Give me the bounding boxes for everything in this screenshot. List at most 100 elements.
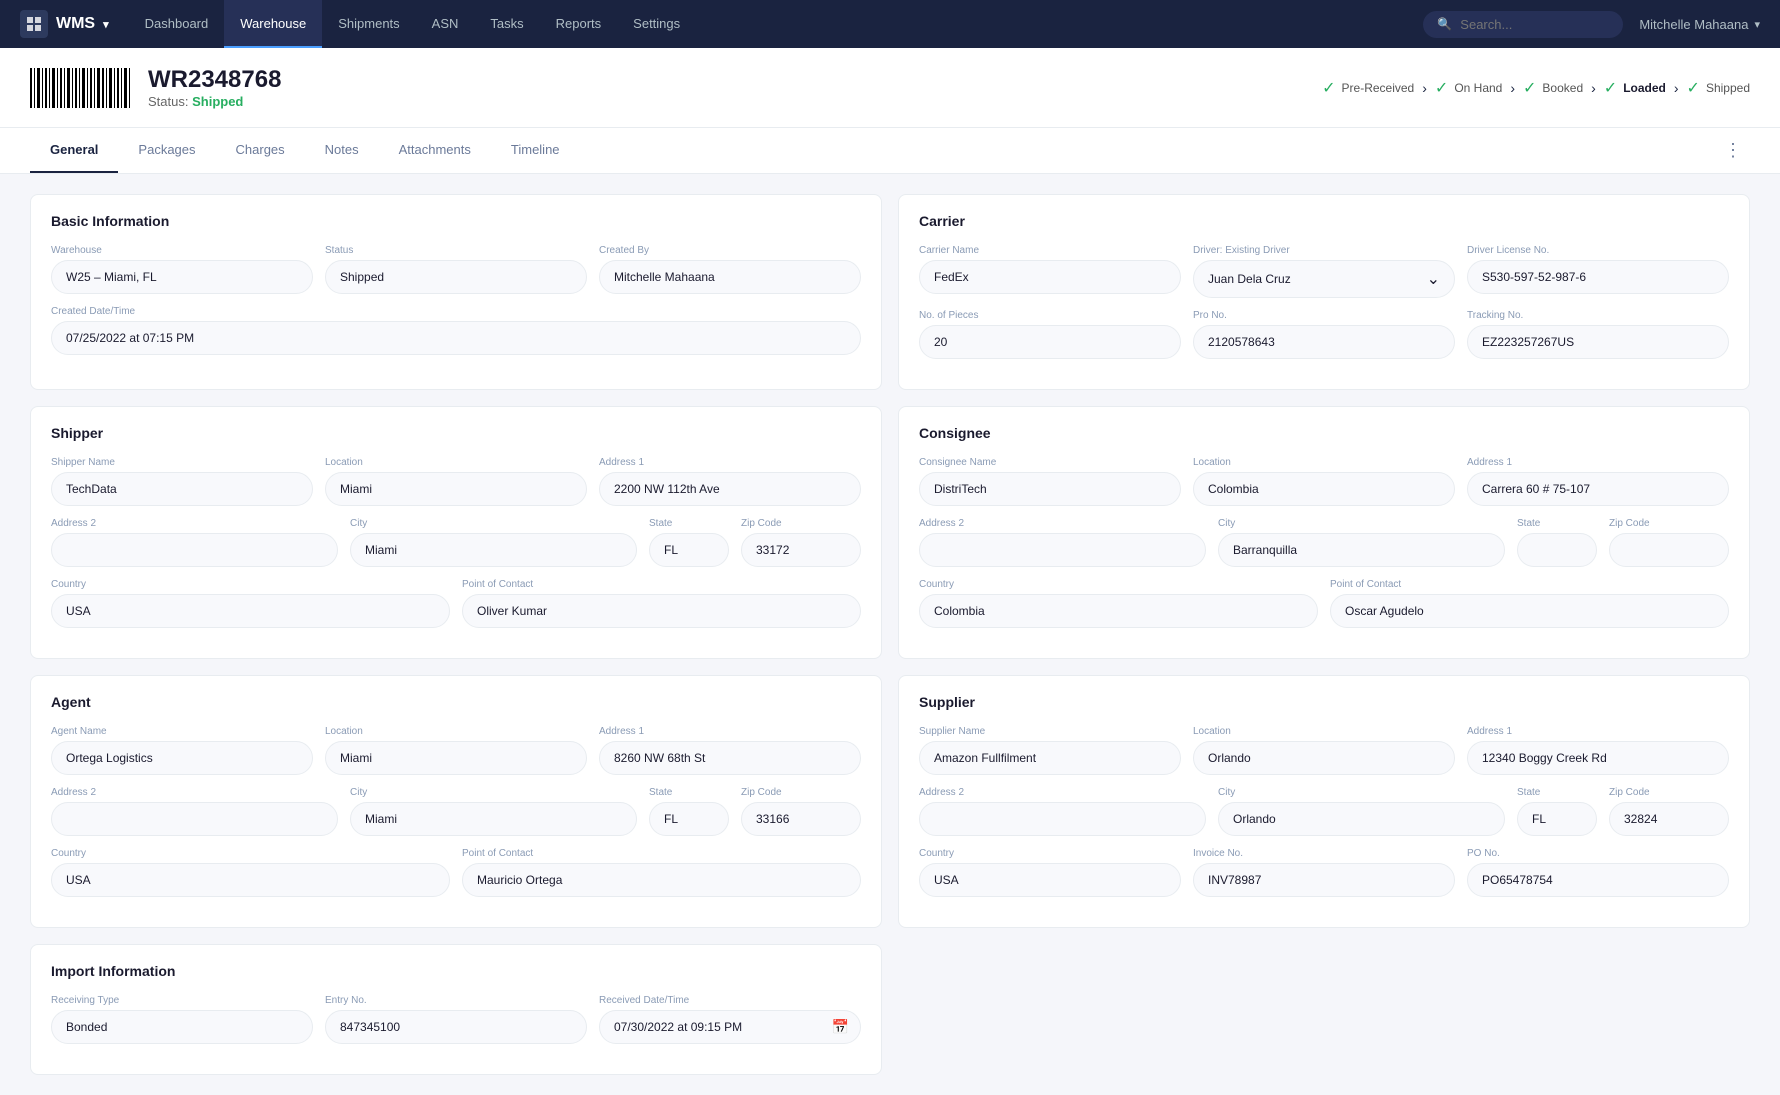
created-dt-value: 07/25/2022 at 07:15 PM <box>51 321 861 355</box>
shipper-address1-field: Address 1 2200 NW 112th Ave <box>599 457 861 506</box>
pieces-label: No. of Pieces <box>919 310 1181 321</box>
carrier-row1: Carrier Name FedEx Driver: Existing Driv… <box>919 245 1729 298</box>
nav-menu: Dashboard Warehouse Shipments ASN Tasks … <box>129 0 1424 48</box>
shipper-address2-value <box>51 533 338 567</box>
entry-no-value: 847345100 <box>325 1010 587 1044</box>
supplier-city-value: Orlando <box>1218 802 1505 836</box>
received-dt-container: 07/30/2022 at 09:15 PM 📅 <box>599 1010 861 1044</box>
consignee-country-field: Country Colombia <box>919 579 1318 628</box>
agent-country-field: Country USA <box>51 848 450 897</box>
consignee-name-field: Consignee Name DistriTech <box>919 457 1181 506</box>
consignee-country-value: Colombia <box>919 594 1318 628</box>
created-by-label: Created By <box>599 245 861 256</box>
barcode <box>30 68 130 108</box>
agent-country-value: USA <box>51 863 450 897</box>
supplier-address1-field: Address 1 12340 Boggy Creek Rd <box>1467 726 1729 775</box>
status-steps: ✓ Pre-Received › ✓ On Hand › ✓ Booked › … <box>1322 78 1750 98</box>
consignee-location-value: Colombia <box>1193 472 1455 506</box>
shipper-state-field: State FL <box>649 518 729 567</box>
step-arrow-1: › <box>1422 80 1427 96</box>
received-dt-value: 07/30/2022 at 09:15 PM <box>599 1010 861 1044</box>
tab-packages[interactable]: Packages <box>118 128 215 173</box>
agent-city-value: Miami <box>350 802 637 836</box>
tabs: General Packages Charges Notes Attachmen… <box>30 128 580 173</box>
nav-shipments[interactable]: Shipments <box>322 0 415 48</box>
tracking-field: Tracking No. EZ223257267US <box>1467 310 1729 359</box>
tab-general[interactable]: General <box>30 128 118 173</box>
tab-timeline[interactable]: Timeline <box>491 128 580 173</box>
nav-tasks[interactable]: Tasks <box>474 0 539 48</box>
supplier-location-field: Location Orlando <box>1193 726 1455 775</box>
step-check-icon: ✓ <box>1322 78 1335 98</box>
search-box[interactable]: 🔍 <box>1423 11 1623 38</box>
received-dt-field: Received Date/Time 07/30/2022 at 09:15 P… <box>599 995 861 1044</box>
step-booked: ✓ Booked <box>1523 78 1583 98</box>
navbar: WMS ▾ Dashboard Warehouse Shipments ASN … <box>0 0 1780 48</box>
tab-notes[interactable]: Notes <box>305 128 379 173</box>
consignee-zip-field: Zip Code <box>1609 518 1729 567</box>
calendar-icon[interactable]: 📅 <box>832 1019 849 1036</box>
supplier-country-field: Country USA <box>919 848 1181 897</box>
receiving-type-field: Receiving Type Bonded <box>51 995 313 1044</box>
user-arrow: ▾ <box>1754 18 1760 31</box>
step-booked-label: Booked <box>1542 81 1583 95</box>
tab-charges[interactable]: Charges <box>216 128 305 173</box>
agent-address1-field: Address 1 8260 NW 68th St <box>599 726 861 775</box>
logo-icon <box>20 10 48 38</box>
agent-name-field: Agent Name Ortega Logistics <box>51 726 313 775</box>
nav-dashboard[interactable]: Dashboard <box>129 0 225 48</box>
user-menu[interactable]: Mitchelle Mahaana ▾ <box>1639 17 1760 32</box>
more-options-button[interactable]: ⋮ <box>1716 132 1750 169</box>
consignee-address2-value <box>919 533 1206 567</box>
row-agent-supplier: Agent Agent Name Ortega Logistics Locati… <box>30 675 1750 928</box>
shipper-card: Shipper Shipper Name TechData Location M… <box>30 406 882 659</box>
shipper-row2: Address 2 City Miami State FL Zip Code 3… <box>51 518 861 567</box>
tracking-value: EZ223257267US <box>1467 325 1729 359</box>
nav-asn[interactable]: ASN <box>416 0 475 48</box>
nav-reports[interactable]: Reports <box>540 0 618 48</box>
shipper-location-value: Miami <box>325 472 587 506</box>
supplier-invoice-field: Invoice No. INV78987 <box>1193 848 1455 897</box>
agent-row1: Agent Name Ortega Logistics Location Mia… <box>51 726 861 775</box>
supplier-state-field: State FL <box>1517 787 1597 836</box>
shipper-address2-field: Address 2 <box>51 518 338 567</box>
wr-status: Status: Shipped <box>148 94 281 109</box>
consignee-row3: Country Colombia Point of Contact Oscar … <box>919 579 1729 628</box>
shipper-poc-value: Oliver Kumar <box>462 594 861 628</box>
supplier-invoice-value: INV78987 <box>1193 863 1455 897</box>
logo-arrow: ▾ <box>103 18 109 31</box>
nav-warehouse[interactable]: Warehouse <box>224 0 322 48</box>
tab-attachments[interactable]: Attachments <box>379 128 491 173</box>
supplier-row1: Supplier Name Amazon Fullfilment Locatio… <box>919 726 1729 775</box>
shipper-country-value: USA <box>51 594 450 628</box>
import-right-spacer <box>898 944 1750 1075</box>
supplier-card: Supplier Supplier Name Amazon Fullfilmen… <box>898 675 1750 928</box>
wms-logo[interactable]: WMS ▾ <box>20 10 109 38</box>
search-icon: 🔍 <box>1437 17 1452 31</box>
main-content: Basic Information Warehouse W25 – Miami,… <box>0 174 1780 1095</box>
consignee-row2: Address 2 City Barranquilla State Zip Co… <box>919 518 1729 567</box>
nav-settings[interactable]: Settings <box>617 0 696 48</box>
consignee-location-field: Location Colombia <box>1193 457 1455 506</box>
supplier-name-value: Amazon Fullfilment <box>919 741 1181 775</box>
search-input[interactable] <box>1460 17 1609 32</box>
driver-dropdown-icon: ⌄ <box>1427 269 1440 289</box>
agent-poc-field: Point of Contact Mauricio Ortega <box>462 848 861 897</box>
shipper-poc-field: Point of Contact Oliver Kumar <box>462 579 861 628</box>
step-on-hand: ✓ On Hand <box>1435 78 1502 98</box>
agent-card: Agent Agent Name Ortega Logistics Locati… <box>30 675 882 928</box>
consignee-address1-value: Carrera 60 # 75-107 <box>1467 472 1729 506</box>
carrier-row2: No. of Pieces 20 Pro No. 2120578643 Trac… <box>919 310 1729 359</box>
agent-location-field: Location Miami <box>325 726 587 775</box>
import-info-title: Import Information <box>51 963 861 979</box>
driver-value: Juan Dela Cruz ⌄ <box>1193 260 1455 298</box>
receiving-type-value: Bonded <box>51 1010 313 1044</box>
shipper-title: Shipper <box>51 425 861 441</box>
agent-poc-value: Mauricio Ortega <box>462 863 861 897</box>
shipper-location-field: Location Miami <box>325 457 587 506</box>
step-shipped: ✓ Shipped <box>1687 78 1750 98</box>
consignee-state-value <box>1517 533 1597 567</box>
page-header: WR2348768 Status: Shipped ✓ Pre-Received… <box>0 48 1780 128</box>
basic-info-card: Basic Information Warehouse W25 – Miami,… <box>30 194 882 390</box>
basic-info-title: Basic Information <box>51 213 861 229</box>
